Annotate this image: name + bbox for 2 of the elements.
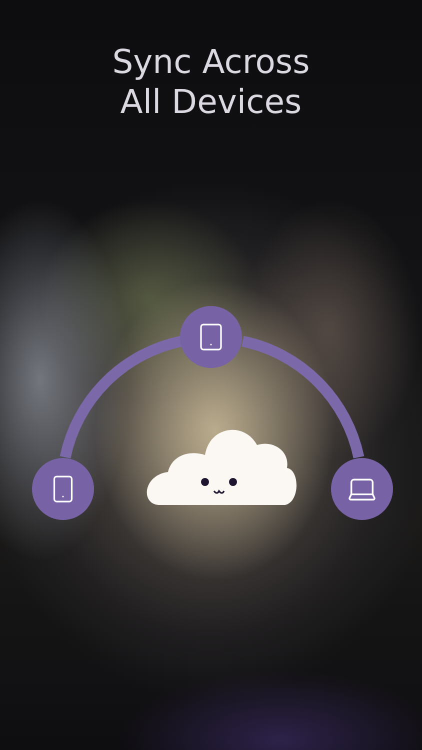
- headline: Sync Across: [112, 42, 310, 82]
- headline: All Devices: [120, 82, 302, 122]
